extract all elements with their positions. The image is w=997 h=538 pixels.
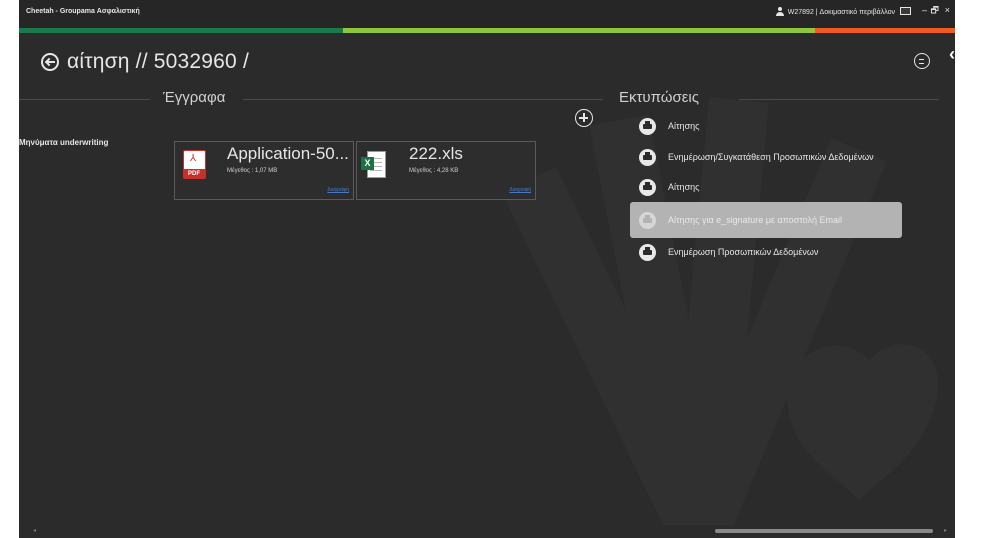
print-item[interactable]: Αίτησης (630, 173, 902, 201)
document-name: 222.xls (409, 144, 463, 163)
document-name: Application-50... (227, 144, 349, 163)
document-card[interactable]: ⅄ PDF Application-50... Μέγεθος : 1,07 M… (174, 141, 354, 200)
documents-divider-right (243, 99, 603, 100)
scroll-right-arrow-icon[interactable]: ▸ (944, 527, 947, 534)
horizontal-scrollbar[interactable]: ◂ ▸ (19, 525, 955, 538)
collapse-chevron-icon[interactable]: ‹ (949, 44, 955, 65)
print-item-label: Αίτησης για e_signature με αποστολή Emai… (668, 215, 843, 225)
monitor-icon[interactable] (900, 7, 911, 15)
printer-icon (639, 243, 656, 261)
pdf-icon: ⅄ PDF (183, 150, 206, 179)
print-item-selected[interactable]: Αίτησης για e_signature με αποστολή Emai… (630, 202, 902, 238)
document-card[interactable]: X 222.xls Μέγεθος : 4,28 KB Διαγραφή (356, 141, 536, 200)
document-size: Μέγεθος : 4,28 KB (409, 168, 459, 174)
printer-icon (639, 178, 656, 196)
chat-icon[interactable] (914, 53, 930, 69)
brand-bar-dark-green (19, 28, 343, 33)
page-header: αίτηση // 5032960 / (41, 50, 249, 74)
underwriting-messages-label[interactable]: Μηνύματα underwriting (19, 138, 108, 147)
prints-divider (739, 99, 939, 100)
scroll-left-arrow-icon[interactable]: ◂ (33, 527, 36, 534)
documents-section-title: Έγγραφα (163, 89, 226, 106)
print-item-label: Ενημέρωση Προσωπικών Δεδομένων (668, 247, 819, 257)
print-item-label: Αίτησης (668, 182, 700, 192)
excel-icon: X (361, 151, 386, 178)
title-bar: Cheetah - Groupama Ασφαλιστική W27892 | … (19, 0, 955, 28)
brand-bar-light-green (343, 28, 815, 33)
print-item-label: Αίτησης (668, 121, 700, 131)
documents-divider-left (19, 99, 150, 100)
restore-button[interactable]: 🗗 (931, 5, 939, 15)
close-button[interactable]: × (945, 5, 950, 15)
brand-bar-orange (815, 28, 955, 33)
print-item[interactable]: Αίτησης (630, 112, 902, 140)
app-window: Cheetah - Groupama Ασφαλιστική W27892 | … (19, 0, 955, 538)
window-title: Cheetah - Groupama Ασφαλιστική (26, 8, 140, 15)
delete-document-link[interactable]: Διαγραφή (509, 187, 531, 193)
document-size: Μέγεθος : 1,07 MB (227, 168, 278, 174)
print-item[interactable]: Ενημέρωση/Συγκατάθεση Προσωπικών Δεδομέν… (630, 143, 902, 171)
print-item-label: Ενημέρωση/Συγκατάθεση Προσωπικών Δεδομέν… (668, 152, 874, 162)
back-arrow-icon[interactable] (41, 53, 59, 71)
printer-icon (639, 211, 656, 229)
user-label: W27892 | Δοκιμαστικό περιβάλλον (787, 8, 895, 16)
user-info[interactable]: W27892 | Δοκιμαστικό περιβάλλον (775, 7, 895, 17)
printer-icon (639, 117, 656, 135)
scrollbar-thumb[interactable] (715, 529, 933, 533)
delete-document-link[interactable]: Διαγραφή (327, 187, 349, 193)
add-document-icon[interactable] (575, 109, 593, 127)
prints-section-title: Εκτυπώσεις (619, 89, 699, 106)
user-icon (775, 7, 785, 17)
minimize-button[interactable]: – (922, 5, 927, 15)
printer-icon (639, 148, 656, 166)
page-title: αίτηση // 5032960 / (67, 50, 249, 73)
print-item[interactable]: Ενημέρωση Προσωπικών Δεδομένων (630, 238, 902, 266)
